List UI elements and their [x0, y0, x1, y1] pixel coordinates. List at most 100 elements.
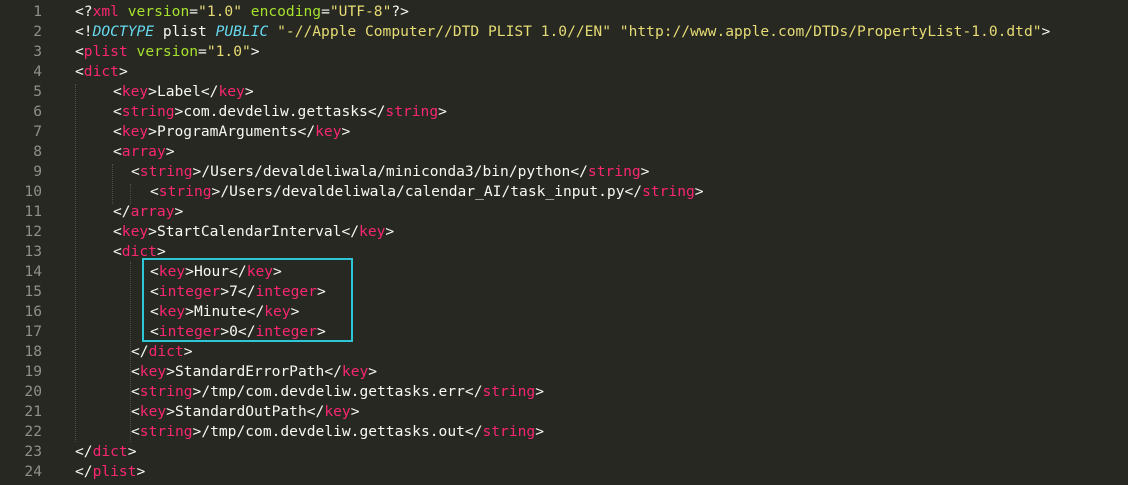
code-token: > — [290, 303, 300, 320]
code-token: > — [166, 363, 175, 380]
code-token: > — [148, 123, 157, 140]
code-text: <integer>7</integer> — [150, 282, 326, 302]
code-token: < — [113, 83, 122, 100]
code-token: < — [113, 143, 122, 160]
line-number: 21 — [24, 403, 42, 420]
code-token: PUBLIC — [215, 23, 269, 40]
code-token: > — [174, 203, 184, 220]
code-token: string — [482, 423, 536, 440]
code-text: <string>/tmp/com.devdeliw.gettasks.out</… — [131, 422, 544, 442]
code-token: key — [158, 303, 186, 320]
code-line[interactable]: 10 <string>/Users/devaldeliwala/calendar_… — [0, 182, 1128, 202]
code-token: </ — [306, 403, 325, 420]
code-token: key — [264, 303, 291, 320]
code-line[interactable]: 19 <key>StandardErrorPath</key> — [0, 362, 1128, 382]
code-token: "-//Apple Computer//DTD PLIST 1.0//EN" — [277, 23, 611, 40]
code-token: DOCTYPE — [92, 23, 155, 40]
code-token: > — [165, 143, 175, 160]
code-text: </dict> — [75, 442, 137, 462]
line-number: 20 — [24, 383, 42, 400]
code-text: <string>/tmp/com.devdeliw.gettasks.err</… — [131, 382, 544, 402]
line-number: 3 — [33, 43, 42, 60]
line-number: 16 — [24, 303, 42, 320]
code-token: dict — [121, 243, 157, 260]
code-token: > — [438, 103, 447, 120]
code-token: string — [642, 183, 695, 200]
code-token: > — [273, 263, 282, 280]
code-line[interactable]: 4 <dict> — [0, 62, 1128, 82]
code-token: com.devdeliw.gettasks — [183, 103, 368, 120]
code-line[interactable]: 16 <key>Minute</key> — [0, 302, 1128, 322]
code-editor[interactable]: 1 <?xml version="1.0" encoding="UTF-8"?> 2… — [0, 0, 1128, 485]
code-line[interactable]: 13 <dict> — [0, 242, 1128, 262]
code-line[interactable]: 3 <plist version="1.0"> — [0, 42, 1128, 62]
code-token: > — [136, 463, 146, 480]
code-token: Minute — [193, 303, 247, 320]
line-number: 19 — [24, 363, 42, 380]
code-token: key — [341, 363, 369, 380]
code-token: > — [185, 303, 194, 320]
line-number: 12 — [24, 223, 42, 240]
code-token: </ — [464, 383, 483, 400]
code-token: > — [350, 403, 360, 420]
code-line[interactable]: 15 <integer>7</integer> — [0, 282, 1128, 302]
code-line[interactable]: 8 <array> — [0, 142, 1128, 162]
code-line[interactable]: 12 <key>StartCalendarInterval</key> — [0, 222, 1128, 242]
code-token: > — [183, 343, 193, 360]
code-token: "UTF-8" — [329, 3, 392, 20]
code-token: </ — [367, 103, 386, 120]
code-token: > — [148, 83, 157, 100]
code-line[interactable]: 6 <string>com.devdeliw.gettasks</string> — [0, 102, 1128, 122]
code-token: ProgramArguments — [156, 123, 298, 140]
code-line[interactable]: 7 <key>ProgramArguments</key> — [0, 122, 1128, 142]
code-text: </array> — [113, 202, 183, 222]
code-token: < — [75, 43, 84, 60]
code-line[interactable]: 14 <key>Hour</key> — [0, 262, 1128, 282]
code-line[interactable]: 21 <key>StandardOutPath</key> — [0, 402, 1128, 422]
code-token: > — [535, 423, 544, 440]
code-token: > — [174, 103, 184, 120]
code-token: > — [185, 263, 194, 280]
line-number: 18 — [24, 343, 42, 360]
code-line[interactable]: 1 <?xml version="1.0" encoding="UTF-8"?> — [0, 2, 1128, 22]
code-token: <! — [75, 23, 93, 40]
code-line[interactable]: 18 </dict> — [0, 342, 1128, 362]
code-line[interactable]: 23 </dict> — [0, 442, 1128, 462]
code-token: > — [211, 183, 221, 200]
code-token: </ — [324, 363, 342, 380]
code-line[interactable]: 9 <string>/Users/devaldeliwala/miniconda3… — [0, 162, 1128, 182]
code-token: < — [113, 123, 122, 140]
code-token: < — [131, 163, 140, 180]
code-text: <plist version="1.0"> — [75, 42, 260, 62]
code-line[interactable]: 17 <integer>0</integer> — [0, 322, 1128, 342]
code-token: </ — [297, 123, 316, 140]
code-token: < — [150, 283, 159, 300]
code-token: < — [150, 323, 159, 340]
code-token: string — [139, 383, 193, 400]
code-line[interactable]: 5 <key>Label</key> — [0, 82, 1128, 102]
code-text: <key>Label</key> — [113, 82, 254, 102]
code-token: 7 — [229, 283, 238, 300]
code-token: </ — [464, 423, 483, 440]
code-text: <integer>0</integer> — [150, 322, 326, 342]
code-line[interactable]: 11 </array> — [0, 202, 1128, 222]
code-token: key — [121, 223, 149, 240]
code-token: key — [324, 403, 351, 420]
code-token: > — [244, 83, 254, 100]
code-text: <key>StandardErrorPath</key> — [131, 362, 377, 382]
code-token: > — [156, 243, 166, 260]
code-token: </ — [113, 203, 131, 220]
code-line[interactable]: 20 <string>/tmp/com.devdeliw.gettasks.err… — [0, 382, 1128, 402]
code-text: <key>Minute</key> — [150, 302, 299, 322]
line-number: 9 — [33, 163, 42, 180]
code-token: dict — [92, 443, 128, 460]
code-line[interactable]: 24 </plist> — [0, 462, 1128, 482]
line-number: 11 — [24, 203, 42, 220]
code-line[interactable]: 22 <string>/tmp/com.devdeliw.gettasks.out… — [0, 422, 1128, 442]
code-token: > — [192, 163, 202, 180]
code-token: string — [158, 183, 212, 200]
code-token: "1.0" — [206, 43, 251, 60]
code-token: array — [121, 143, 166, 160]
code-line[interactable]: 2 <!DOCTYPE plist PUBLIC "-//Apple Comput… — [0, 22, 1128, 42]
